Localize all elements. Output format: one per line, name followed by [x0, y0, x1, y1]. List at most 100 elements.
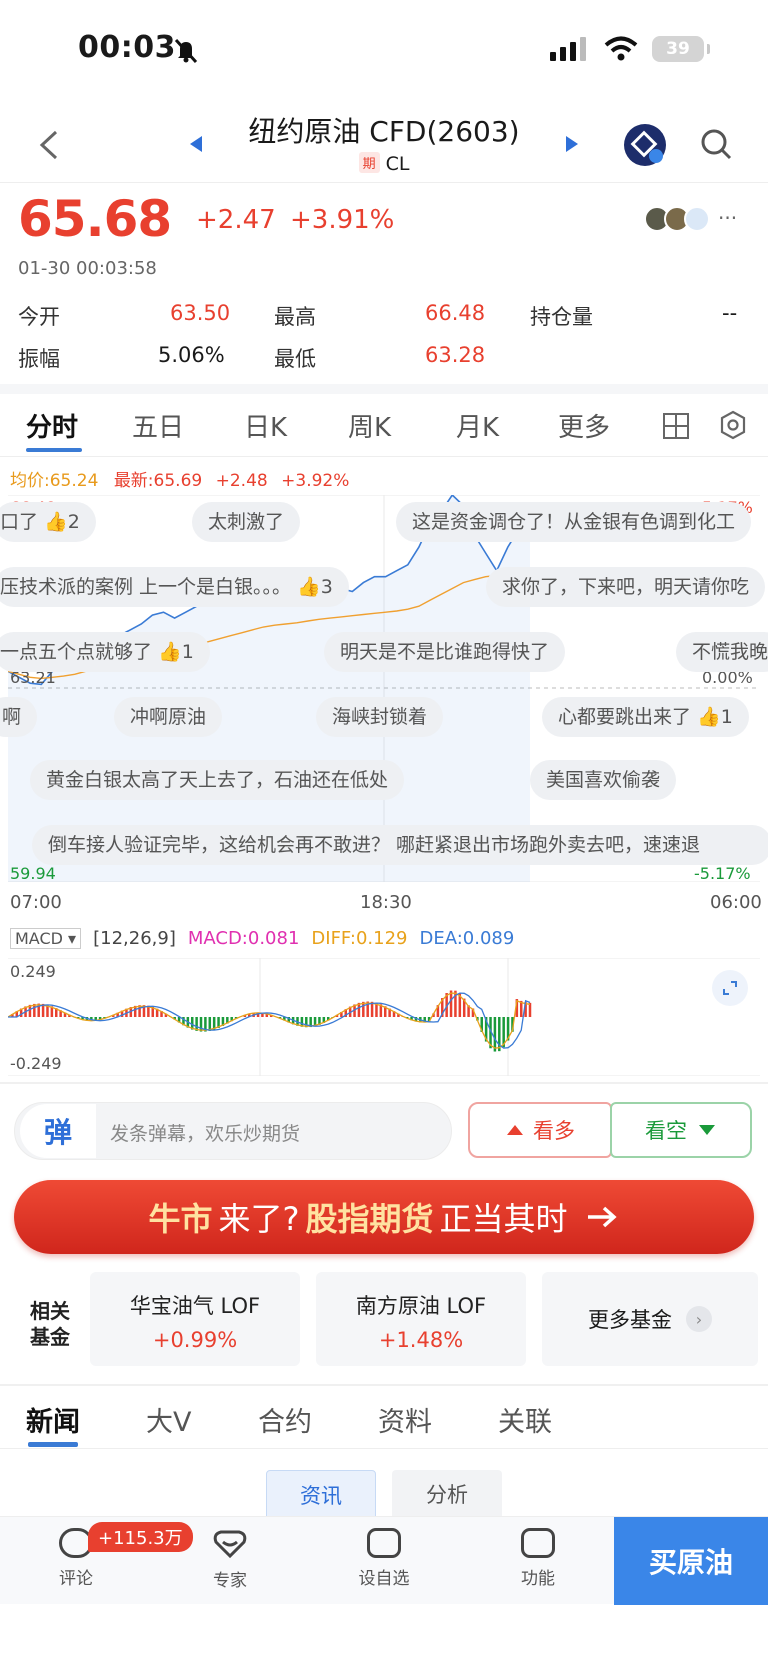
subtab-analysis[interactable]: 分析 — [392, 1470, 502, 1520]
futures-tag: 期 — [358, 152, 380, 173]
settings-icon[interactable] — [718, 410, 748, 444]
down-triangle-icon — [699, 1125, 715, 1135]
macd-chart[interactable] — [8, 958, 760, 1076]
dea-value: DEA:0.089 — [419, 928, 515, 949]
tab-big-v[interactable]: 大V — [146, 1400, 191, 1439]
section-divider — [0, 384, 768, 394]
search-icon[interactable] — [700, 128, 734, 166]
macd-params: [12,26,9] — [93, 928, 176, 949]
macd-y-bottom: -0.249 — [10, 1054, 62, 1073]
ai-assistant-icon[interactable] — [624, 124, 666, 166]
price-change-pct: +3.91% — [290, 205, 395, 235]
tab-daily-k[interactable]: 日K — [244, 407, 287, 444]
up-triangle-icon — [507, 1125, 523, 1135]
danmu-bubble[interactable]: 压技术派的案例 上一个是白银。。。 👍3 — [0, 567, 349, 607]
danmu-bubble[interactable]: 心都要跳出来了 👍1 — [542, 697, 749, 737]
like-icon[interactable]: 👍 — [158, 641, 182, 663]
like-icon[interactable]: 👍 — [697, 706, 721, 728]
danmu-bubble[interactable]: 倒车接人验证完毕，这给机会再不敢进？ 哪赶紧退出市场跑外卖去吧，速速退 — [32, 825, 768, 865]
fund-name: 南方原油 LOF — [355, 1294, 487, 1318]
news-tab-underline — [28, 1442, 78, 1447]
danmu-bubble[interactable]: 不慌我晚 — [676, 632, 768, 672]
fund-card[interactable]: 华宝油气 LOF +0.99% — [90, 1272, 300, 1366]
news-tabs-divider — [0, 1448, 768, 1449]
subtab-info[interactable]: 资讯 — [266, 1470, 376, 1520]
symbol: CL — [385, 153, 410, 175]
open-label: 今开 — [18, 305, 60, 329]
header-divider — [0, 182, 768, 183]
watchlist-icon — [367, 1528, 401, 1558]
comment-count-badge: +115.3万 — [88, 1522, 193, 1552]
next-contract-icon[interactable] — [564, 134, 580, 158]
low-label: 最低 — [274, 347, 316, 371]
tab-news[interactable]: 新闻 — [26, 1400, 80, 1439]
danmu-bubble[interactable]: 求你了，下来吧，明天请你吃 — [486, 567, 766, 607]
latest-pct: +3.92% — [281, 471, 350, 491]
open-value: 63.50 — [170, 301, 231, 325]
wifi-icon — [604, 36, 638, 61]
x-axis-label: 07:00 — [10, 892, 62, 913]
danmu-bubble[interactable]: 黄金白银太高了天上去了，石油还在低处 — [30, 760, 405, 800]
price-area-fill — [8, 495, 530, 882]
macd-selector[interactable]: MACD ▾ — [10, 928, 82, 949]
avg-price: 均价:65.24 — [10, 471, 99, 491]
x-axis-label: 06:00 — [710, 892, 762, 913]
price-change: +2.47 — [196, 205, 276, 235]
functions-icon — [521, 1528, 555, 1558]
diff-value: DIFF:0.129 — [311, 928, 408, 949]
x-axis-label: 18:30 — [360, 892, 412, 913]
nav-expert[interactable]: 专家 — [180, 1528, 280, 1591]
intraday-chart[interactable] — [8, 495, 760, 882]
grid-layout-icon[interactable] — [662, 412, 690, 444]
tab-contract[interactable]: 合约 — [258, 1400, 312, 1439]
fund-name: 华宝油气 LOF — [129, 1294, 261, 1318]
tab-more[interactable]: 更多 — [558, 407, 610, 444]
status-icons: 39 — [550, 36, 710, 62]
nav-add-watchlist[interactable]: 设自选 — [334, 1528, 434, 1589]
bearish-button[interactable]: 看空 — [610, 1102, 752, 1158]
tabs-divider — [0, 456, 768, 457]
danmu-bubble[interactable]: 一点五个点就够了 👍1 — [0, 632, 210, 672]
mute-icon — [172, 36, 200, 64]
heart-icon — [212, 1528, 248, 1560]
high-label: 最高 — [274, 305, 316, 329]
buy-button[interactable]: 买原油 — [614, 1517, 768, 1605]
arrow-right-icon — [587, 1206, 617, 1228]
promo-banner[interactable]: 牛市 来了? 股指期货 正当其时 — [14, 1180, 754, 1254]
tab-five-day[interactable]: 五日 — [132, 407, 184, 444]
macd-legend: MACD ▾ [12,26,9] MACD:0.081 DIFF:0.129 D… — [10, 928, 514, 949]
more-funds-button[interactable]: 更多基金 › — [542, 1272, 758, 1366]
danmu-bubble[interactable]: 明天是不是比谁跑得快了 — [324, 632, 566, 672]
fund-pct: +0.99% — [152, 1328, 238, 1352]
nav-functions[interactable]: 功能 — [488, 1528, 588, 1589]
more-icon[interactable]: ··· — [718, 206, 737, 230]
chart-info: 均价:65.24 最新:65.69 +2.48 +3.92% — [10, 466, 349, 491]
tab-underline — [26, 448, 82, 452]
danmu-bubble[interactable]: 冲啊原油 — [114, 697, 223, 737]
y-axis-bottom: 59.94 — [10, 864, 56, 883]
like-icon[interactable]: 👍 — [297, 576, 321, 598]
latest-price: 最新:65.69 — [113, 471, 203, 491]
tab-monthly-k[interactable]: 月K — [456, 407, 499, 444]
status-time: 00:03 — [78, 30, 176, 65]
danmu-bubble[interactable]: 美国喜欢偷袭 — [530, 760, 677, 800]
expand-icon[interactable] — [712, 970, 748, 1006]
macd-y-top: 0.249 — [10, 962, 56, 981]
danmu-bubble[interactable]: 太刺激了 — [192, 502, 301, 542]
tab-profile[interactable]: 资料 — [378, 1400, 432, 1439]
bullish-button[interactable]: 看多 — [468, 1102, 612, 1158]
tab-related[interactable]: 关联 — [498, 1400, 552, 1439]
danmu-input-placeholder: 发条弹幕，欢乐炒期货 — [110, 1123, 301, 1145]
section-divider — [0, 1384, 768, 1386]
danmu-toggle-icon[interactable]: 弹 — [20, 1104, 96, 1158]
tab-intraday[interactable]: 分时 — [26, 407, 78, 444]
related-funds-label: 相关基金 — [30, 1299, 70, 1349]
danmu-bubble[interactable]: 口了 👍2 — [0, 502, 96, 542]
tab-weekly-k[interactable]: 周K — [348, 407, 391, 444]
like-icon[interactable]: 👍 — [44, 511, 68, 533]
danmu-bubble[interactable]: 这是资金调仓了！从金银有色调到化工 — [396, 502, 752, 542]
danmu-bubble[interactable]: 海峡封锁着 — [316, 697, 444, 737]
fund-card[interactable]: 南方原油 LOF +1.48% — [316, 1272, 526, 1366]
avatar-group[interactable] — [644, 206, 710, 232]
avatar — [684, 206, 710, 232]
